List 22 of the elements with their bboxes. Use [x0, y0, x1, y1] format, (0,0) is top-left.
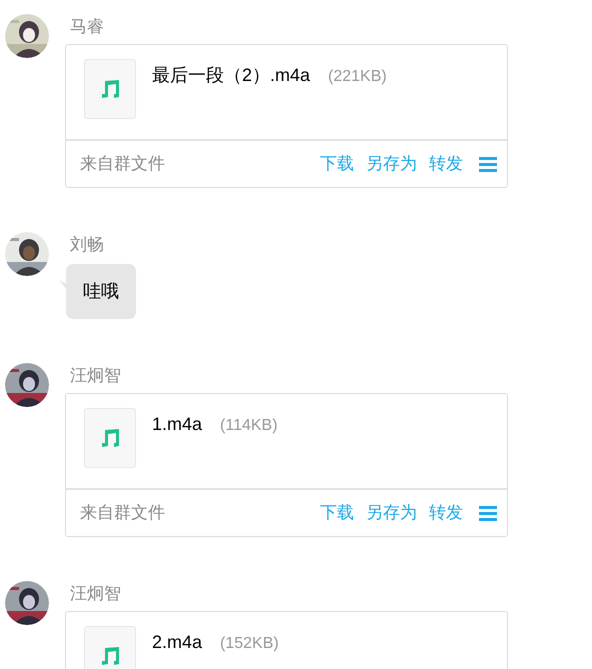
file-size: (152KB)	[220, 634, 279, 654]
message-bubble: 哇哦	[66, 264, 136, 319]
file-action-link[interactable]: 转发	[429, 151, 463, 177]
file-source: 来自群文件	[80, 153, 165, 176]
sender-name: 马睿	[70, 16, 104, 38]
file-action-link[interactable]: 另存为	[366, 151, 417, 177]
sender-name: 汪炯智	[70, 365, 121, 387]
file-source: 来自群文件	[80, 502, 165, 524]
menu-icon[interactable]	[479, 156, 497, 172]
bubble-tail	[59, 280, 67, 290]
file-name[interactable]: 1.m4a	[152, 411, 202, 438]
sender-name: 刘畅	[70, 234, 104, 256]
sender-name: 汪炯智	[70, 583, 121, 605]
file-action-link[interactable]: 下载	[320, 151, 354, 177]
file-size: (114KB)	[220, 416, 278, 436]
file-action-link[interactable]: 另存为	[366, 500, 417, 526]
file-action-link[interactable]: 下载	[320, 500, 354, 526]
file-name[interactable]: 2.m4a	[152, 629, 202, 656]
file-size: (221KB)	[328, 67, 387, 87]
file-name[interactable]: 最后一段（2）.m4a	[152, 62, 310, 89]
menu-icon[interactable]	[479, 506, 497, 520]
file-action-link[interactable]: 转发	[429, 500, 463, 526]
